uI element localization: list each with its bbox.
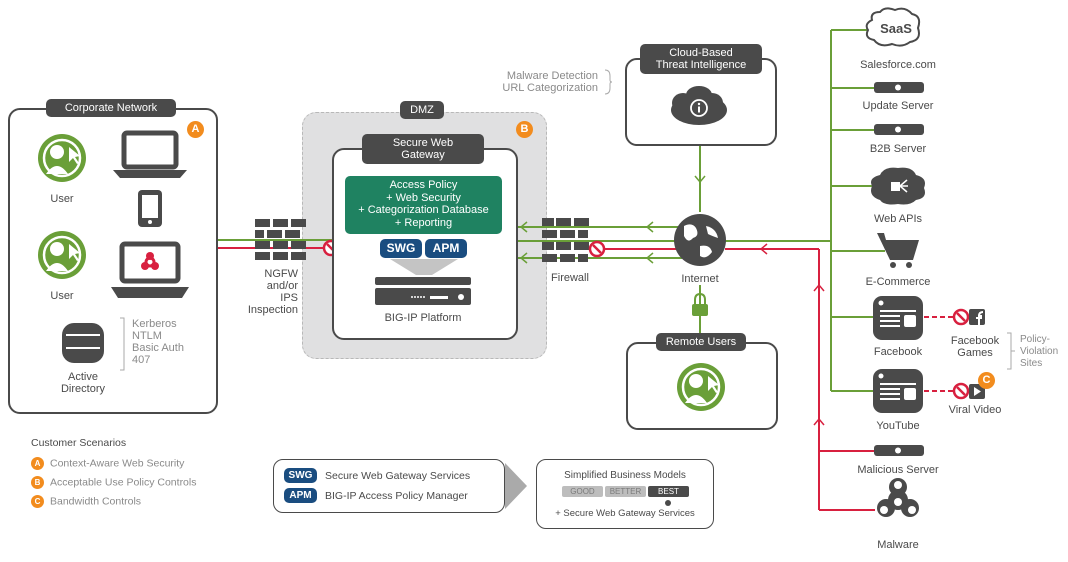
scenario-badge-b: B	[516, 121, 533, 138]
b2b-server-label: B2B Server	[869, 143, 927, 155]
legend-title: Customer Scenarios	[31, 437, 127, 449]
cloud-threat-title: Cloud-Based Threat Intelligence	[640, 44, 762, 74]
tier-good: GOOD	[562, 486, 603, 497]
saas-icon-text: SaaS	[880, 21, 912, 36]
malicious-server-label: Malicious Server	[857, 464, 939, 476]
secure-web-gateway-title: Secure Web Gateway	[362, 134, 484, 164]
youtube-label: YouTube	[876, 420, 920, 432]
ecommerce-label: E-Commerce	[865, 276, 931, 288]
dmz-title: DMZ	[400, 101, 444, 119]
legend-item: B Acceptable Use Policy Controls	[31, 476, 196, 489]
scenario-badge-c: C	[978, 372, 995, 389]
internet-label: Internet	[681, 273, 719, 285]
active-directory-label: Active Directory	[60, 371, 105, 395]
corporate-network-box	[8, 108, 218, 414]
big-ip-platform-label: BIG-IP Platform	[384, 312, 462, 324]
cloud-features: Malware Detection URL Categorization	[502, 70, 598, 94]
malware-label: Malware	[877, 539, 919, 551]
legend-item: A Context-Aware Web Security	[31, 457, 196, 470]
customer-scenarios-legend: Customer Scenarios A Context-Aware Web Se…	[31, 437, 196, 508]
swg-service-label: Secure Web Gateway Services	[325, 470, 471, 482]
viral-video-label: Viral Video	[948, 404, 1002, 416]
user-label-1: User	[50, 193, 74, 205]
facebook-label: Facebook	[873, 346, 923, 358]
salesforce-label: Salesforce.com	[860, 59, 936, 71]
user-label-2: User	[50, 290, 74, 302]
tier-better: BETTER	[605, 486, 646, 497]
apm-service-label: BIG-IP Access Policy Manager	[325, 490, 468, 502]
apm-pill: APM	[425, 239, 467, 258]
swg-pill: SWG	[284, 468, 317, 483]
selected-tier-dot	[665, 500, 671, 506]
apm-pill: APM	[284, 488, 317, 503]
web-apis-label: Web APIs	[873, 213, 923, 225]
update-server-label: Update Server	[862, 100, 934, 112]
remote-users-box	[626, 342, 778, 430]
policy-violation-label: Policy- Violation Sites	[1020, 334, 1059, 369]
policy-box: Access Policy + Web Security + Categoriz…	[345, 176, 502, 234]
remote-users-title: Remote Users	[656, 333, 746, 351]
business-models-footer: + Secure Web Gateway Services	[555, 508, 695, 519]
firewall-label: Firewall	[551, 272, 589, 284]
scenario-badge-a: A	[187, 121, 204, 138]
corporate-network-title: Corporate Network	[46, 99, 176, 117]
facebook-games-label: Facebook Games	[950, 335, 1000, 359]
auth-methods: Kerberos NTLM Basic Auth 407	[132, 318, 184, 366]
ngfw-label: NGFW and/or IPS Inspection	[247, 268, 298, 316]
swg-pill: SWG	[380, 239, 422, 258]
legend-item: C Bandwidth Controls	[31, 495, 196, 508]
business-models-title: Simplified Business Models	[564, 470, 686, 481]
tier-best: BEST	[648, 486, 689, 497]
